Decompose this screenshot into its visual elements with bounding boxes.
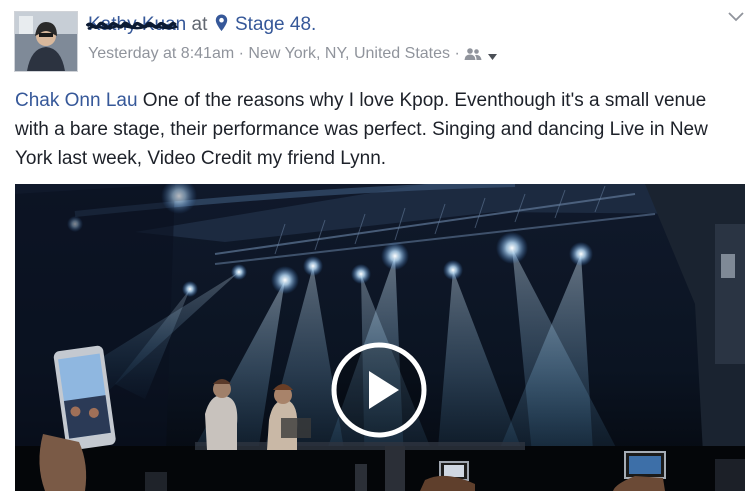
post-location[interactable]: New York, NY, United States (248, 45, 450, 62)
post-header: Kathy Kuan at Stage 48. (86, 13, 316, 37)
location-pin-icon (215, 14, 227, 31)
post-timestamp[interactable]: Yesterday at 8:41am (88, 45, 234, 62)
place-link[interactable]: Stage 48. (235, 14, 316, 35)
play-icon (331, 342, 427, 438)
meta-separator: · (238, 45, 244, 62)
meta-separator: · (454, 45, 460, 62)
audience-selector[interactable] (464, 45, 497, 62)
chevron-down-icon[interactable] (728, 12, 744, 22)
post-body: Chak Onn Lau One of the reasons why I lo… (15, 86, 745, 173)
connector-text: at (191, 14, 208, 35)
video-thumbnail (15, 184, 745, 491)
post-meta: Yesterday at 8:41am · New York, NY, Unit… (88, 44, 498, 64)
author-avatar[interactable] (14, 11, 78, 72)
friends-icon (464, 48, 482, 60)
redaction-scribble (86, 21, 178, 31)
caret-down-icon (487, 54, 497, 60)
author-name[interactable]: Kathy Kuan (86, 14, 186, 35)
play-button[interactable] (331, 342, 427, 438)
tagged-person-link[interactable]: Chak Onn Lau (15, 90, 138, 111)
video-player[interactable] (15, 184, 745, 491)
